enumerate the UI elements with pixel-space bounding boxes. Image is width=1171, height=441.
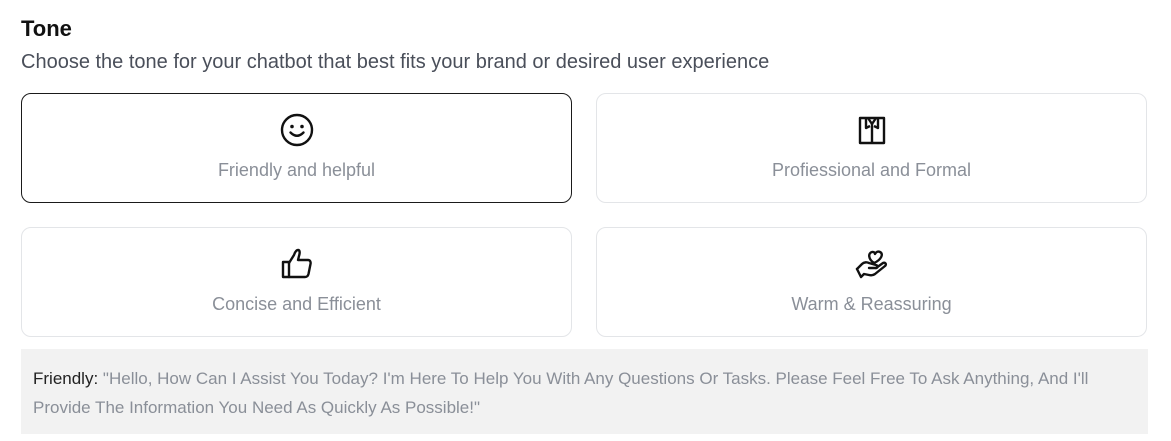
tone-option-label: Friendly and helpful: [217, 160, 376, 180]
preview-text: "Hello, How Can I Assist You Today? I'm …: [33, 369, 1089, 417]
preview-lead: Friendly:: [33, 369, 99, 388]
tone-option-concise[interactable]: Concise and Efficient: [21, 227, 572, 337]
tone-option-professional[interactable]: Profiessional and Formal: [596, 93, 1147, 203]
section-subtitle: Choose the tone for your chatbot that be…: [21, 51, 770, 73]
hand-heart-icon: [854, 246, 890, 282]
tone-option-label: Profiessional and Formal: [771, 160, 972, 180]
tone-section: Tone Choose the tone for your chatbot th…: [0, 0, 1171, 441]
tone-option-label: Warm & Reassuring: [791, 294, 952, 314]
tone-preview-box: Friendly: "Hello, How Can I Assist You T…: [21, 349, 1148, 434]
tone-option-warm[interactable]: Warm & Reassuring: [596, 227, 1147, 337]
thumbs-up-icon: [279, 246, 315, 282]
shirt-tie-icon: [854, 112, 890, 148]
tone-option-label: Concise and Efficient: [212, 294, 381, 314]
section-title: Tone: [21, 16, 72, 41]
tone-option-friendly[interactable]: Friendly and helpful: [21, 93, 572, 203]
smiley-icon: [279, 112, 315, 148]
